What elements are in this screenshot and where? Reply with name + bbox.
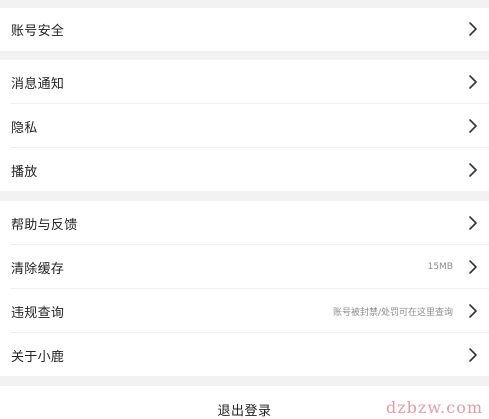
clear-cache-label: 清除缓存 <box>11 261 65 277</box>
chevron-right-icon <box>469 304 477 318</box>
chevron-right-icon <box>469 348 477 362</box>
about-label: 关于小鹿 <box>11 349 65 365</box>
help-feedback-row[interactable]: 帮助与反馈 <box>0 201 489 245</box>
notifications-row[interactable]: 消息通知 <box>0 60 489 104</box>
privacy-label: 隐私 <box>11 120 38 136</box>
chevron-right-icon <box>469 163 477 177</box>
notifications-label: 消息通知 <box>11 76 65 92</box>
violation-hint-text: 账号被封禁/处罚可在这里查询 <box>332 307 453 318</box>
about-row[interactable]: 关于小鹿 <box>0 333 489 377</box>
watermark-text: dzbzw.com <box>386 398 483 417</box>
settings-page: 账号安全 消息通知 隐私 播放 帮助与反馈 清除缓存 15MB 违规查询 账号被… <box>0 0 489 419</box>
violation-query-label: 违规查询 <box>11 305 65 321</box>
settings-group-account: 账号安全 <box>0 8 489 51</box>
chevron-right-icon <box>469 75 477 89</box>
settings-group-other: 帮助与反馈 清除缓存 15MB 违规查询 账号被封禁/处罚可在这里查询 关于小鹿 <box>0 201 489 376</box>
chevron-right-icon <box>469 260 477 274</box>
privacy-row[interactable]: 隐私 <box>0 104 489 148</box>
account-security-label: 账号安全 <box>11 24 65 39</box>
playback-row[interactable]: 播放 <box>0 148 489 192</box>
help-feedback-label: 帮助与反馈 <box>11 217 78 233</box>
account-security-row[interactable]: 账号安全 <box>0 8 489 51</box>
cache-size-value: 15MB <box>427 262 453 272</box>
violation-query-row[interactable]: 违规查询 账号被封禁/处罚可在这里查询 <box>0 289 489 333</box>
clear-cache-row[interactable]: 清除缓存 15MB <box>0 245 489 289</box>
chevron-right-icon <box>469 22 477 36</box>
chevron-right-icon <box>469 119 477 133</box>
playback-label: 播放 <box>11 164 38 180</box>
chevron-right-icon <box>469 216 477 230</box>
settings-group-general: 消息通知 隐私 播放 <box>0 60 489 191</box>
